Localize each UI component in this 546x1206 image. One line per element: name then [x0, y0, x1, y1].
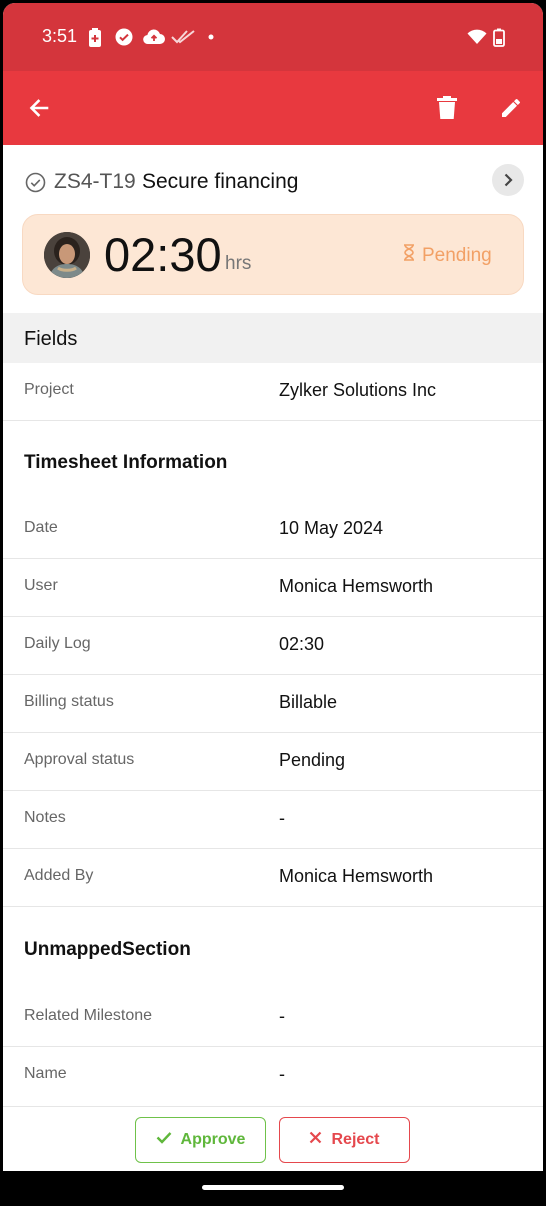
field-row-notes[interactable]: Notes - [3, 791, 543, 849]
row-divider [3, 906, 543, 907]
back-arrow-icon[interactable] [20, 89, 58, 127]
phone-screen: 3:51 ZS4-T19 Secure financing 02:30 hrs … [3, 3, 543, 1203]
edit-icon[interactable] [492, 89, 530, 127]
field-label: Notes [24, 809, 66, 826]
task-id[interactable]: ZS4-T19 [54, 170, 136, 194]
unmapped-section-title: UnmappedSection [24, 939, 191, 960]
task-name[interactable]: Secure financing [142, 170, 298, 194]
approve-button[interactable]: Approve [135, 1117, 266, 1163]
field-value: Zylker Solutions Inc [279, 380, 437, 400]
field-value: 10 May 2024 [279, 518, 384, 538]
close-icon [309, 1131, 322, 1149]
timesheet-section-title: Timesheet Information [24, 452, 228, 473]
field-label: Name [24, 1065, 67, 1082]
action-bar: Approve Reject [3, 1106, 543, 1171]
field-row-related-milestone[interactable]: Related Milestone - [3, 989, 543, 1047]
field-label: Related Milestone [24, 1007, 153, 1024]
battery-saver-icon [88, 27, 102, 47]
double-check-icon [171, 27, 195, 47]
approval-status-badge: Pending [403, 244, 492, 267]
approval-status-text: Pending [422, 244, 492, 266]
field-row-daily-log[interactable]: Daily Log 02:30 [3, 617, 543, 675]
row-divider [3, 420, 543, 421]
task-header: ZS4-T19 Secure financing [3, 155, 543, 205]
field-label: Daily Log [24, 635, 91, 652]
wifi-icon [467, 27, 487, 47]
field-value: Monica Hemsworth [279, 866, 434, 886]
field-label: Approval status [24, 751, 135, 768]
home-indicator[interactable] [202, 1185, 344, 1190]
dot-icon [208, 27, 214, 47]
task-status-icon[interactable] [25, 172, 46, 198]
field-value: Pending [279, 750, 346, 770]
logged-hours: 02:30 [104, 228, 222, 281]
field-row-name[interactable]: Name - [3, 1047, 543, 1105]
field-label: Billing status [24, 693, 114, 710]
field-label: Date [24, 519, 58, 536]
avatar [44, 232, 90, 278]
fields-section-header: Fields [3, 313, 543, 363]
cloud-upload-icon [143, 27, 165, 47]
field-label: Project [24, 381, 74, 398]
reject-label: Reject [331, 1131, 380, 1148]
field-label: Added By [24, 867, 94, 884]
approve-label: Approve [180, 1131, 246, 1148]
app-bar [3, 71, 543, 145]
check-circle-icon [115, 27, 133, 47]
hourglass-icon [403, 244, 415, 267]
reject-button[interactable]: Reject [279, 1117, 410, 1163]
field-row-added-by[interactable]: Added By Monica Hemsworth [3, 849, 543, 907]
delete-icon[interactable] [428, 89, 466, 127]
field-row-project[interactable]: Project Zylker Solutions Inc [3, 363, 543, 421]
navigation-bar [3, 1171, 543, 1203]
field-value: Monica Hemsworth [279, 576, 434, 596]
field-row-date[interactable]: Date 10 May 2024 [3, 501, 543, 559]
field-row-approval-status[interactable]: Approval status Pending [3, 733, 543, 791]
check-icon [156, 1131, 172, 1149]
field-value: - [279, 808, 285, 828]
field-row-user[interactable]: User Monica Hemsworth [3, 559, 543, 617]
field-row-billing-status[interactable]: Billing status Billable [3, 675, 543, 733]
field-label: User [24, 577, 58, 594]
status-time: 3:51 [42, 26, 78, 46]
hours-unit: hrs [225, 253, 252, 274]
field-value: - [279, 1064, 285, 1084]
hours-card: 02:30 hrs Pending [22, 214, 524, 295]
fields-section-title: Fields [24, 328, 78, 350]
field-value: 02:30 [279, 634, 325, 654]
chevron-right-icon[interactable] [492, 164, 524, 196]
field-value: - [279, 1006, 285, 1026]
field-value: Billable [279, 692, 338, 712]
battery-icon [493, 27, 505, 47]
status-bar: 3:51 [3, 3, 543, 71]
